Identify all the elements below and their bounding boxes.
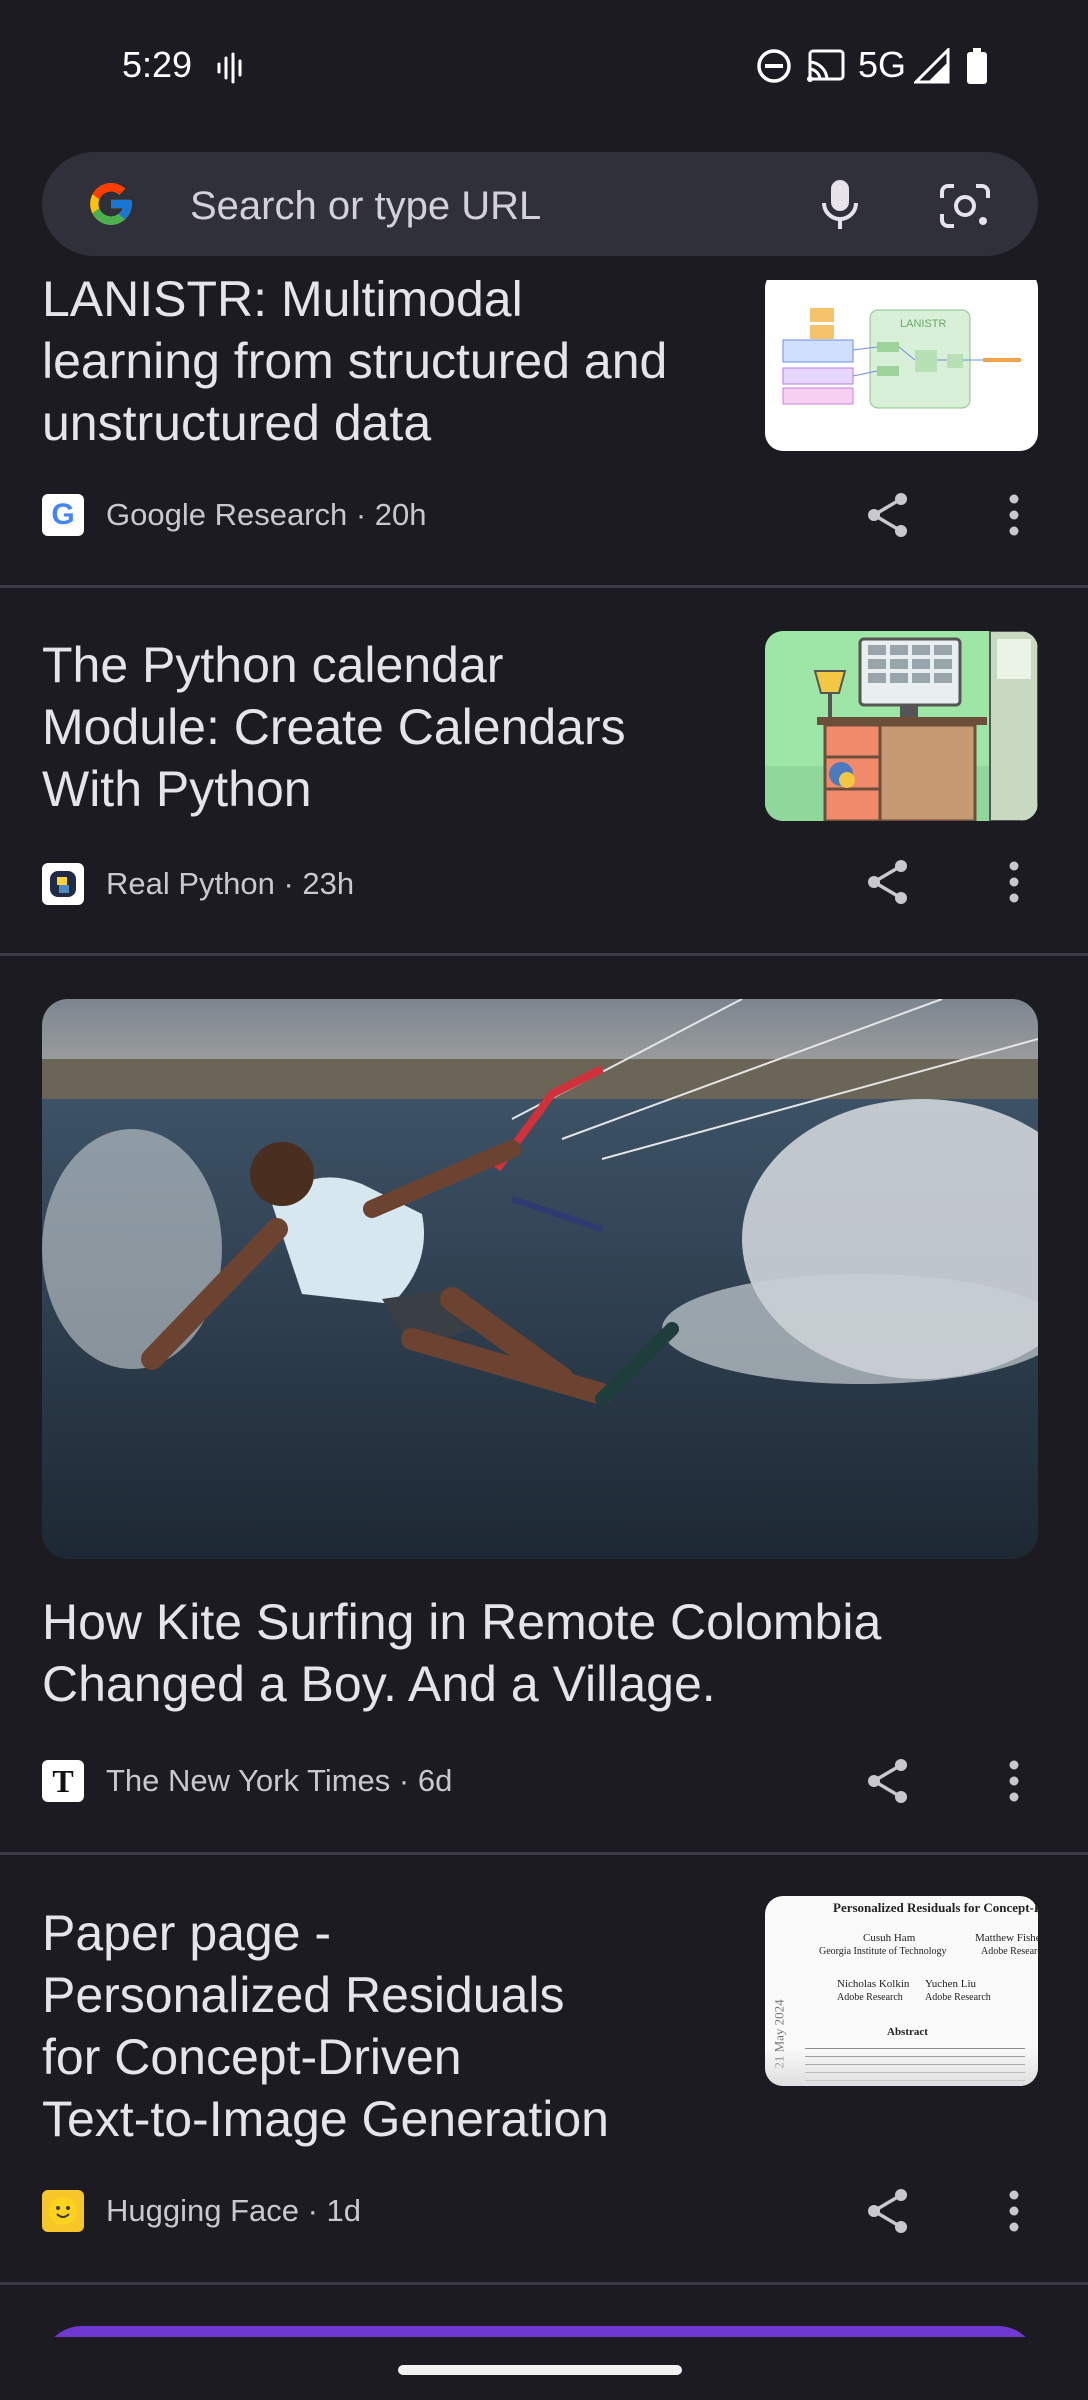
title-line: LANISTR: Multimodal: [42, 280, 523, 327]
hugging-face-favicon: [42, 2190, 84, 2232]
do-not-disturb-icon: [757, 49, 791, 83]
google-favicon: G: [42, 494, 84, 536]
title-line: Paper page -: [42, 1905, 332, 1961]
paper-author: Matthew Fishe: [975, 1932, 1038, 1944]
paper-affiliation: Georgia Institute of Technology: [819, 1946, 947, 1957]
article-thumbnail[interactable]: LANISTR: [765, 280, 1038, 451]
source-and-age: Hugging Face · 1d: [106, 2193, 362, 2228]
search-input[interactable]: Search or type URL: [190, 184, 541, 229]
article-thumbnail[interactable]: [765, 631, 1038, 821]
paper-section: Abstract: [887, 2026, 928, 2038]
search-bar[interactable]: Search or type URL: [42, 152, 1038, 256]
next-card-peek[interactable]: [42, 2326, 1038, 2337]
voice-wave-icon: [217, 52, 242, 84]
network-label: 5G: [858, 44, 907, 85]
source-and-age: Google Research · 20h: [106, 497, 427, 532]
article-title[interactable]: Paper page - Personalized Residuals for …: [42, 1902, 609, 2150]
share-icon[interactable]: [862, 489, 914, 541]
more-options-icon[interactable]: [1000, 489, 1028, 541]
cast-icon: [807, 49, 845, 82]
nyt-favicon: T: [42, 1760, 84, 1802]
article-title[interactable]: LANISTR: Multimodal learning from struct…: [42, 280, 667, 454]
divider: [0, 1852, 1088, 1855]
paper-affiliation: Adobe Research: [981, 1946, 1038, 1957]
article-hero-image[interactable]: [42, 999, 1038, 1559]
paper-heading: Personalized Residuals for Concept-Dr: [833, 1900, 1038, 1915]
gesture-nav-handle[interactable]: [398, 2365, 682, 2375]
signal-icon: [914, 48, 950, 84]
article-title[interactable]: The Python calendar Module: Create Calen…: [42, 634, 626, 820]
paper-fade: [765, 2046, 1038, 2086]
share-icon[interactable]: [862, 1755, 914, 1807]
paper-thumbnail: Personalized Residuals for Concept-Dr Cu…: [765, 1896, 1038, 2086]
title-line: unstructured data: [42, 395, 432, 451]
more-options-icon[interactable]: [1000, 856, 1028, 908]
divider: [0, 585, 1088, 588]
more-options-icon[interactable]: [1000, 1755, 1028, 1807]
desk-illustration: [765, 631, 1038, 821]
title-line: for Concept-Driven: [42, 2029, 462, 2085]
battery-icon: [967, 48, 987, 84]
divider: [0, 953, 1088, 956]
paper-author: Yuchen Liu: [925, 1978, 977, 1990]
title-line: learning from structured and: [42, 333, 668, 389]
more-options-icon[interactable]: [1000, 2185, 1028, 2237]
title-line: The Python calendar: [42, 637, 504, 693]
title-line: Changed a Boy. And a Village.: [42, 1656, 716, 1712]
status-bar: 5:29 5G: [0, 0, 1088, 135]
article-meta: G Google Research · 20h: [42, 494, 427, 536]
article-meta: Real Python · 23h: [42, 863, 354, 905]
share-icon[interactable]: [862, 2185, 914, 2237]
article-meta: T The New York Times · 6d: [42, 1760, 452, 1802]
status-time: 5:29: [122, 44, 193, 85]
source-and-age: The New York Times · 6d: [106, 1763, 453, 1798]
article-title[interactable]: How Kite Surfing in Remote Colombia Chan…: [42, 1591, 881, 1715]
real-python-favicon: [42, 863, 84, 905]
paper-author: Cusuh Ham: [863, 1932, 916, 1944]
lens-camera-icon[interactable]: [938, 182, 992, 230]
title-line: How Kite Surfing in Remote Colombia: [42, 1594, 882, 1650]
lanistr-diagram: LANISTR: [782, 308, 1021, 409]
discover-feed[interactable]: LANISTR: Multimodal learning from struct…: [0, 280, 1088, 2337]
paper-author: Nicholas Kolkin: [837, 1978, 910, 1990]
source-and-age: Real Python · 23h: [106, 866, 355, 901]
paper-affiliation: Adobe Research: [837, 1992, 903, 2003]
article-meta: Hugging Face · 1d: [42, 2190, 361, 2232]
title-line: With Python: [42, 761, 312, 817]
paper-affiliation: Adobe Research: [925, 1992, 991, 2003]
article-thumbnail[interactable]: Personalized Residuals for Concept-Dr Cu…: [765, 1896, 1038, 2086]
title-line: Text-to-Image Generation: [42, 2091, 609, 2147]
share-icon[interactable]: [862, 856, 914, 908]
thumb-label: LANISTR: [900, 318, 947, 330]
title-line: Module: Create Calendars: [42, 699, 626, 755]
mic-icon[interactable]: [818, 178, 862, 232]
google-logo: [90, 183, 132, 225]
divider: [0, 2282, 1088, 2285]
kite-surfer-photo: [42, 999, 1038, 1559]
title-line: Personalized Residuals: [42, 1967, 565, 2023]
